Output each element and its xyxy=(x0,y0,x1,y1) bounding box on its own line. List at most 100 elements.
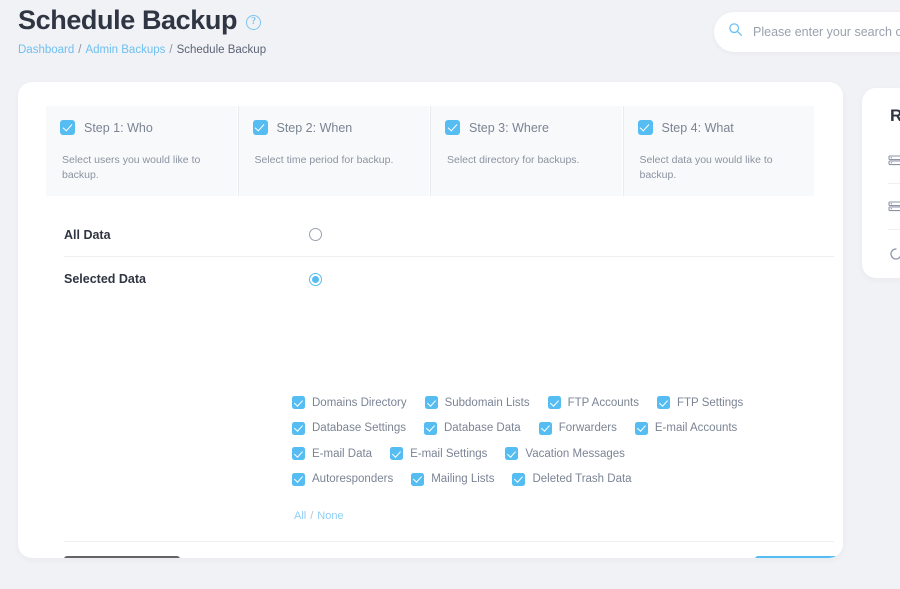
page-title: Schedule Backup xyxy=(18,5,238,35)
checkbox-label: FTP Settings xyxy=(677,396,744,409)
step-2-description: Select time period for backup. xyxy=(254,154,394,166)
checkbox-ftp-accounts[interactable]: FTP Accounts xyxy=(547,396,639,409)
breadcrumb-separator: / xyxy=(78,44,82,57)
step-head: Step 1: Who xyxy=(60,120,219,135)
step-1-checkbox-icon[interactable] xyxy=(60,120,75,135)
checkbox-icon[interactable] xyxy=(634,421,648,435)
checkbox-label: E-mail Data xyxy=(312,447,373,460)
checkbox-label: Database Data xyxy=(443,422,521,434)
checkbox-icon[interactable] xyxy=(411,472,425,486)
step-head: Step 2: When xyxy=(252,120,412,135)
select-all-none: All / None xyxy=(294,510,344,522)
backup-items-grid: Domains Directory Subdomain Lists FTP Ac… xyxy=(292,396,812,498)
checkbox-email-accounts[interactable]: E-mail Accounts xyxy=(634,421,738,435)
backup-items-row: Database Settings Database Data Forwarde… xyxy=(292,421,812,435)
checkbox-icon[interactable] xyxy=(390,447,404,460)
footer-divider xyxy=(64,541,834,542)
select-none-link[interactable]: None xyxy=(317,510,343,522)
step-head: Step 3: Where xyxy=(445,120,604,135)
right-panel-divider xyxy=(888,183,900,184)
page-header: Schedule Backup ? Dashboard / Admin Back… xyxy=(18,4,718,56)
selected-data-radio[interactable] xyxy=(309,272,322,286)
step-1-label: Step 1: Who xyxy=(84,120,153,135)
checkbox-label: FTP Accounts xyxy=(567,396,639,409)
server-list-icon xyxy=(888,154,900,175)
checkbox-icon[interactable] xyxy=(292,396,305,409)
search-box[interactable] xyxy=(714,12,900,52)
checkbox-icon[interactable] xyxy=(547,396,561,409)
step-3-label: Step 3: Where xyxy=(469,120,549,135)
checkbox-autoresponders[interactable]: Autoresponders xyxy=(292,472,394,486)
checkbox-icon[interactable] xyxy=(657,396,670,409)
schedule-button[interactable]: SCHEDULE xyxy=(755,556,843,558)
checkbox-label: Vacation Messages xyxy=(525,447,625,460)
right-panel-divider xyxy=(888,229,900,230)
previous-step-button[interactable]: PREVIOUS STEP xyxy=(64,556,181,558)
right-side-panel: R xyxy=(862,88,900,278)
backup-items-row: Autoresponders Mailing Lists Deleted Tra… xyxy=(292,472,812,486)
schedule-backup-card: Step 1: Who Select users you would like … xyxy=(18,82,843,558)
select-separator: / xyxy=(310,510,314,522)
steps-row: Step 1: Who Select users you would like … xyxy=(46,106,814,196)
all-data-radio[interactable] xyxy=(309,228,322,241)
checkbox-icon[interactable] xyxy=(292,421,305,435)
checkbox-database-data[interactable]: Database Data xyxy=(423,421,521,435)
step-4-description: Select data you would like to backup. xyxy=(639,154,773,182)
checkbox-icon[interactable] xyxy=(538,421,552,435)
right-panel-title: R xyxy=(890,106,900,125)
breadcrumb-item-dashboard[interactable]: Dashboard xyxy=(18,44,74,56)
question-circle-icon[interactable]: ? xyxy=(246,15,262,31)
checkbox-domains-directory[interactable]: Domains Directory xyxy=(292,396,407,409)
step-4-label: Step 4: What xyxy=(661,120,734,135)
right-panel-item-3[interactable] xyxy=(888,246,900,267)
step-1-description: Select users you would like to backup. xyxy=(62,154,201,182)
server-list-icon xyxy=(888,200,900,221)
checkbox-forwarders[interactable]: Forwarders xyxy=(538,421,617,435)
data-scope-row-selected-data[interactable]: Selected Data xyxy=(64,257,834,301)
checkbox-label: E-mail Accounts xyxy=(654,422,738,434)
all-data-label: All Data xyxy=(64,227,111,242)
step-3-description: Select directory for backups. xyxy=(447,154,580,166)
checkbox-deleted-trash-data[interactable]: Deleted Trash Data xyxy=(512,472,632,486)
checkbox-label: Subdomain Lists xyxy=(444,396,530,409)
checkbox-icon[interactable] xyxy=(505,447,519,460)
checkbox-subdomain-lists[interactable]: Subdomain Lists xyxy=(424,396,530,409)
checkbox-email-data[interactable]: E-mail Data xyxy=(292,447,372,460)
step-4-checkbox-icon[interactable] xyxy=(637,120,653,135)
breadcrumb-separator: / xyxy=(169,44,173,57)
step-card-1[interactable]: Step 1: Who Select users you would like … xyxy=(46,106,237,196)
search-input[interactable] xyxy=(753,25,900,39)
backup-items-row: Domains Directory Subdomain Lists FTP Ac… xyxy=(292,396,812,409)
breadcrumb: Dashboard / Admin Backups / Schedule Bac… xyxy=(18,44,718,56)
checkbox-label: Mailing Lists xyxy=(431,473,495,485)
checkbox-icon[interactable] xyxy=(292,447,305,460)
checkbox-icon[interactable] xyxy=(512,472,526,486)
checkbox-icon[interactable] xyxy=(424,396,438,409)
right-panel-item-2[interactable] xyxy=(888,200,900,221)
step-card-3[interactable]: Step 3: Where Select directory for backu… xyxy=(430,106,622,196)
right-panel-item-1[interactable] xyxy=(888,154,900,175)
breadcrumb-item-current: Schedule Backup xyxy=(176,44,267,57)
data-scope-row-all-data[interactable]: All Data xyxy=(64,213,834,257)
breadcrumb-item-admin-backups[interactable]: Admin Backups xyxy=(85,44,165,56)
search-icon xyxy=(728,22,743,42)
checkbox-email-settings[interactable]: E-mail Settings xyxy=(390,447,487,460)
step-3-checkbox-icon[interactable] xyxy=(445,120,460,135)
checkbox-ftp-settings[interactable]: FTP Settings xyxy=(657,396,743,409)
page-title-row: Schedule Backup ? xyxy=(18,4,718,36)
checkbox-icon[interactable] xyxy=(423,421,437,435)
select-all-link[interactable]: All xyxy=(294,510,306,522)
step-2-checkbox-icon[interactable] xyxy=(252,120,268,135)
checkbox-label: Autoresponders xyxy=(312,473,394,485)
step-card-2[interactable]: Step 2: When Select time period for back… xyxy=(237,106,429,196)
checkbox-database-settings[interactable]: Database Settings xyxy=(292,421,406,435)
checkbox-label: Database Settings xyxy=(312,422,406,434)
step-2-label: Step 2: When xyxy=(276,120,353,135)
checkbox-label: Deleted Trash Data xyxy=(532,473,632,485)
checkbox-label: E-mail Settings xyxy=(410,447,488,460)
checkbox-mailing-lists[interactable]: Mailing Lists xyxy=(411,472,495,486)
checkbox-vacation-messages[interactable]: Vacation Messages xyxy=(505,447,625,460)
step-card-4[interactable]: Step 4: What Select data you would like … xyxy=(622,106,814,196)
checkbox-icon[interactable] xyxy=(292,472,305,486)
checkbox-label: Forwarders xyxy=(558,422,617,434)
